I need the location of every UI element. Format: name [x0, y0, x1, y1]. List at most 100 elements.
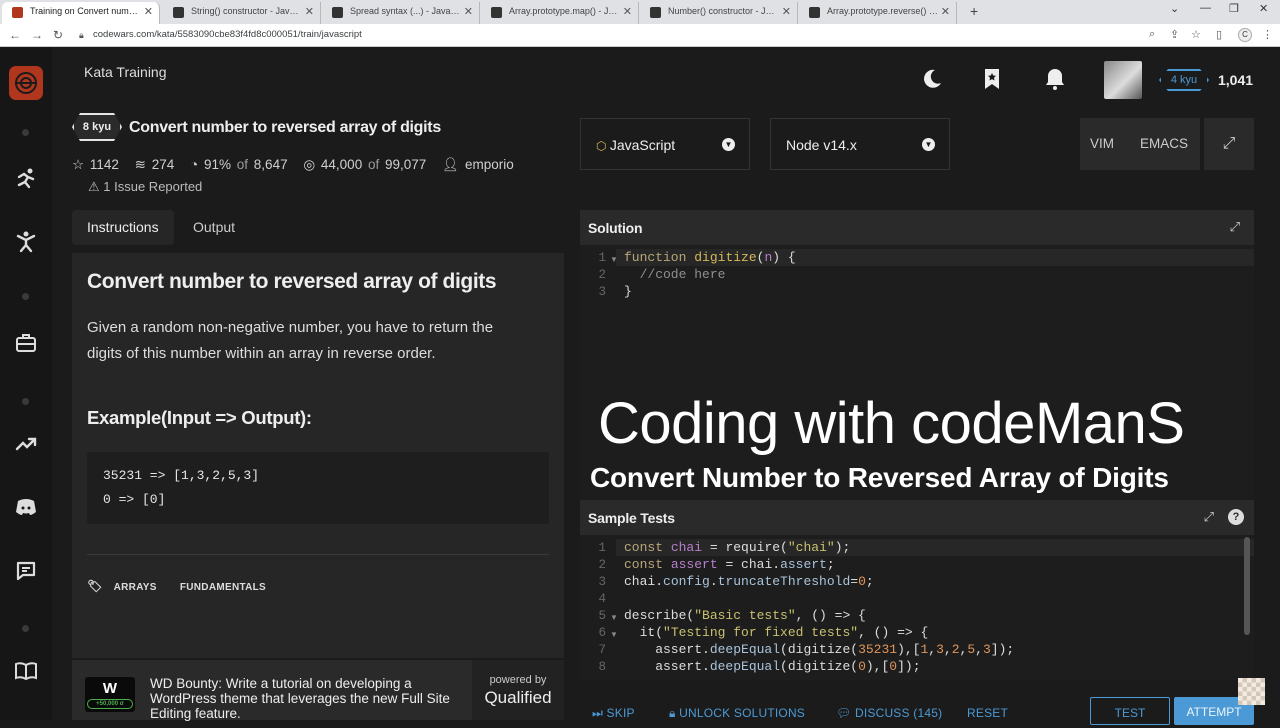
reset-button[interactable]: RESET	[967, 706, 1008, 720]
completed-icon: ◎	[303, 157, 316, 172]
chevron-down-icon: ▼	[722, 138, 735, 151]
collections-icon: ≋	[134, 157, 146, 172]
tag-arrays[interactable]: ARRAYS	[114, 582, 157, 593]
line-number: 8	[598, 660, 606, 674]
bounty-banner[interactable]: W +50,000 σ WD Bounty: Write a tutorial o…	[72, 660, 564, 721]
tab-title: Number() constructor - JavaScript | MDN	[668, 6, 797, 16]
expand-icon[interactable]: ⤢	[1230, 219, 1240, 235]
discuss-button[interactable]: 💬︎ DISCUSS (145)	[836, 706, 942, 720]
chevron-down-icon: ▼	[922, 138, 935, 151]
fold-arrow-icon[interactable]: ▼	[610, 255, 618, 264]
kumite-icon[interactable]	[14, 230, 38, 254]
browser-tab-map[interactable]: Array.prototype.map() - JavaScript | MDN…	[481, 2, 639, 24]
line-number: 2	[598, 558, 606, 572]
bookmark-star-icon[interactable]: ☆	[1191, 28, 1201, 41]
tab-search-icon[interactable]: ⌄	[1170, 2, 1179, 15]
author-icon: 👤︎	[442, 157, 460, 172]
browser-tab-codewars[interactable]: Training on Convert number to reversed a…	[2, 2, 160, 24]
unlock-label: UNLOCK SOLUTIONS	[679, 706, 806, 720]
tab-title: Array.prototype.map() - JavaScript | MDN	[509, 6, 639, 16]
close-tab-icon[interactable]: ✕	[782, 5, 791, 18]
honor-score: 1,041	[1218, 72, 1254, 88]
menu-icon[interactable]: ⋮	[1262, 28, 1273, 41]
codewars-logo[interactable]	[9, 66, 43, 100]
emacs-button[interactable]: EMACS	[1140, 136, 1188, 151]
maximize-icon[interactable]: ❐	[1229, 2, 1239, 15]
runtime-select[interactable]: Node v14.x ▼	[770, 118, 950, 170]
reload-icon[interactable]: ↻	[53, 28, 63, 42]
issues-link[interactable]: ⚠ 1 Issue Reported	[88, 179, 202, 195]
example-code-block: 35231 => [1,3,2,5,3] 0 => [0]	[87, 452, 549, 524]
sidebar-icon[interactable]: ▯	[1216, 28, 1222, 41]
docs-book-icon[interactable]	[14, 659, 38, 683]
divider	[87, 554, 549, 555]
unlock-solutions-button[interactable]: 🔒︎ UNLOCK SOLUTIONS	[669, 706, 805, 721]
close-window-icon[interactable]: ✕	[1259, 2, 1268, 15]
runtime-value: Node v14.x	[786, 137, 857, 153]
profile-avatar[interactable]: C	[1238, 28, 1252, 42]
line-number: 1	[598, 541, 606, 555]
line-number: 4	[598, 592, 606, 606]
satisfaction-rate: 91%	[203, 157, 231, 172]
left-sidebar	[0, 47, 52, 720]
code-line: chai.config.truncateThreshold=0;	[624, 574, 874, 589]
language-value: JavaScript	[609, 137, 676, 153]
comment-icon: 💬︎	[836, 706, 855, 720]
code-line: const assert = chai.assert;	[624, 557, 835, 572]
dark-mode-moon-icon[interactable]	[920, 67, 944, 91]
vim-button[interactable]: VIM	[1090, 136, 1114, 151]
mdn-favicon-icon	[650, 7, 661, 18]
url-field[interactable]: codewars.com/kata/5583090cbe83f4fd8c0000…	[93, 29, 362, 40]
close-tab-icon[interactable]: ✕	[464, 5, 473, 18]
browser-tab-reverse[interactable]: Array.prototype.reverse() - JavaScript |…	[799, 2, 957, 24]
help-icon[interactable]: ?	[1228, 509, 1244, 525]
fold-arrow-icon[interactable]: ▼	[610, 630, 618, 639]
skip-button[interactable]: ⏭ SKIP	[592, 706, 635, 721]
mdn-favicon-icon	[809, 7, 820, 18]
qualified-badge[interactable]: powered by Qualified	[472, 660, 564, 720]
discord-icon[interactable]	[14, 495, 38, 519]
sample-tests-editor[interactable]: 1 const chai = require("chai"); 2 const …	[580, 535, 1254, 680]
skip-label: SKIP	[606, 706, 635, 720]
video-overlay-subtitle: Convert Number to Reversed Array of Digi…	[590, 462, 1169, 493]
browser-tab-string[interactable]: String() constructor - JavaScript | MDN✕	[163, 2, 321, 24]
top-bar: Kata Training 4 kyu 1,041	[52, 47, 1280, 107]
practice-icon[interactable]	[14, 167, 38, 191]
new-tab-icon[interactable]: +	[970, 3, 978, 19]
fold-arrow-icon[interactable]: ▼	[610, 613, 618, 622]
bookmark-icon[interactable]	[980, 67, 1004, 91]
language-icon: ⬡	[596, 139, 610, 153]
language-select[interactable]: ⬡ JavaScript ▼	[580, 118, 750, 170]
browser-tab-number[interactable]: Number() constructor - JavaScript | MDN✕	[640, 2, 798, 24]
satisfaction-of: of	[236, 157, 249, 172]
tab-instructions[interactable]: Instructions	[72, 210, 174, 245]
lock-icon: 🔒︎	[669, 706, 680, 720]
leaderboard-trend-icon[interactable]	[14, 431, 38, 455]
user-avatar[interactable]	[1104, 61, 1142, 99]
expand-icon[interactable]: ⤢	[1204, 509, 1214, 525]
forward-icon[interactable]: →	[31, 28, 43, 42]
editor-scrollbar[interactable]	[1244, 537, 1250, 635]
test-button[interactable]: TEST	[1090, 697, 1170, 725]
video-overlay-title: Coding with codeManS	[598, 391, 1185, 456]
tab-output[interactable]: Output	[178, 210, 250, 245]
browser-tab-spread[interactable]: Spread syntax (...) - JavaScript | MDN✕	[322, 2, 480, 24]
back-icon[interactable]: ←	[9, 28, 21, 42]
star-icon[interactable]: ☆	[72, 157, 84, 172]
share-icon[interactable]: ⇪	[1170, 28, 1179, 41]
minimize-icon[interactable]: —	[1200, 2, 1211, 14]
code-line: function digitize(n) {	[624, 250, 796, 265]
zoom-icon[interactable]: ⌕	[1149, 28, 1155, 41]
close-tab-icon[interactable]: ✕	[305, 5, 314, 18]
kata-author[interactable]: emporio	[465, 157, 514, 172]
chat-icon[interactable]	[14, 559, 38, 583]
briefcase-icon[interactable]	[14, 331, 38, 355]
fullscreen-icon[interactable]: ⤢	[1204, 118, 1254, 170]
close-tab-icon[interactable]: ✕	[144, 5, 153, 18]
close-tab-icon[interactable]: ✕	[623, 5, 632, 18]
close-tab-icon[interactable]: ✕	[941, 5, 950, 18]
issues-text: 1 Issue Reported	[103, 179, 203, 194]
notifications-bell-icon[interactable]	[1043, 67, 1067, 91]
tag-fundamentals[interactable]: FUNDAMENTALS	[180, 582, 266, 593]
example-heading: Example(Input => Output):	[87, 407, 312, 428]
